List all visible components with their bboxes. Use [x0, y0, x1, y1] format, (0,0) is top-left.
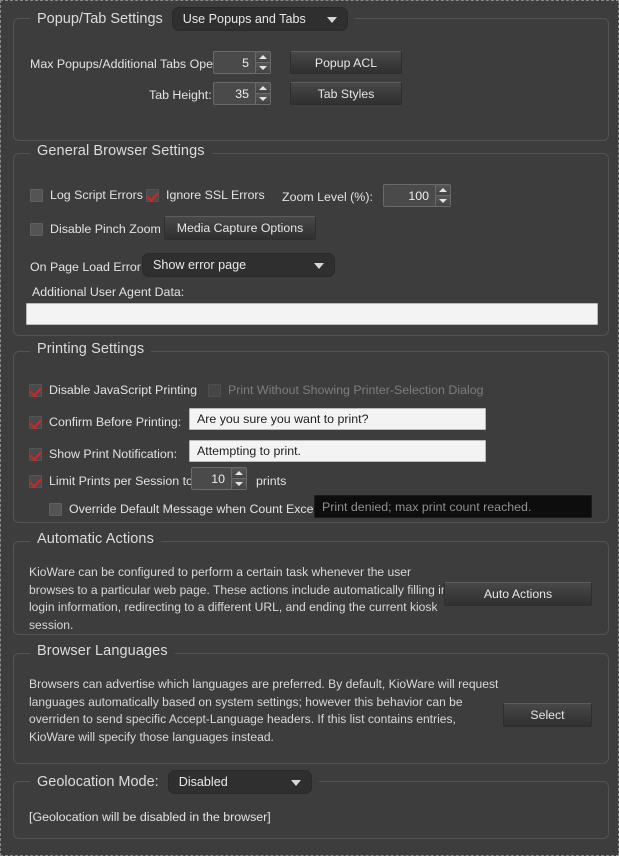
- zoom-level-stepper[interactable]: 100: [383, 184, 451, 207]
- zoom-level-input[interactable]: 100: [383, 184, 435, 207]
- auto-actions-button[interactable]: Auto Actions: [444, 582, 592, 606]
- disable-js-printing-checkbox[interactable]: [29, 383, 42, 397]
- log-script-errors-row[interactable]: Log Script Errors: [30, 188, 143, 202]
- page-load-error-value: Show error page: [153, 258, 247, 272]
- max-popups-stepper[interactable]: 5: [213, 51, 271, 74]
- tab-height-spin-buttons[interactable]: [255, 82, 271, 105]
- triangle-up-icon: [439, 188, 447, 192]
- override-message-input: Print denied; max print count reached.: [314, 495, 592, 518]
- triangle-up-icon: [259, 55, 267, 59]
- confirm-before-printing-row[interactable]: Confirm Before Printing:: [29, 415, 181, 429]
- confirm-before-printing-checkbox[interactable]: [29, 415, 42, 429]
- show-print-notification-input[interactable]: Attempting to print.: [189, 440, 486, 462]
- triangle-down-icon: [259, 66, 267, 70]
- chevron-down-icon: [326, 17, 337, 23]
- tab-styles-button[interactable]: Tab Styles: [290, 82, 402, 105]
- popup-tab-mode-dropdown[interactable]: Use Popups and Tabs: [171, 7, 348, 31]
- tab-height-decrement[interactable]: [256, 93, 270, 104]
- group-geolocation: Geolocation Mode: Disabled [Geolocation …: [13, 769, 609, 839]
- log-script-errors-label: Log Script Errors: [50, 188, 143, 202]
- limit-prints-suffix: prints: [256, 474, 287, 488]
- tab-height-stepper[interactable]: 35: [213, 82, 271, 105]
- triangle-up-icon: [235, 471, 243, 475]
- group-popup-tab-header: Popup/Tab Settings Use Popups and Tabs: [30, 6, 355, 32]
- page-load-error-label: On Page Load Error:: [30, 260, 145, 274]
- select-languages-button[interactable]: Select: [503, 703, 592, 727]
- user-agent-input[interactable]: [26, 303, 598, 325]
- ignore-ssl-errors-checkbox[interactable]: [146, 188, 159, 202]
- disable-js-printing-label: Disable JavaScript Printing: [49, 383, 198, 397]
- browser-languages-description: Browsers can advertise which languages a…: [29, 677, 499, 744]
- media-capture-options-button[interactable]: Media Capture Options: [164, 216, 316, 240]
- ignore-ssl-errors-label: Ignore SSL Errors: [166, 188, 265, 202]
- print-without-dialog-checkbox: [208, 383, 221, 397]
- disable-pinch-zoom-checkbox[interactable]: [30, 222, 43, 236]
- limit-prints-increment[interactable]: [232, 468, 246, 478]
- limit-prints-checkbox[interactable]: [29, 474, 42, 488]
- limit-prints-label: Limit Prints per Session to: [49, 474, 193, 488]
- triangle-down-icon: [439, 199, 447, 203]
- group-popup-tab-title: Popup/Tab Settings: [37, 11, 163, 27]
- geolocation-mode-dropdown[interactable]: Disabled: [167, 770, 312, 794]
- ignore-ssl-errors-row[interactable]: Ignore SSL Errors: [146, 188, 265, 202]
- show-print-notification-row[interactable]: Show Print Notification:: [29, 447, 177, 461]
- group-printing-title: Printing Settings: [30, 341, 152, 357]
- group-browser-languages: Browser Languages Browsers can advertise…: [13, 643, 609, 764]
- zoom-level-increment[interactable]: [436, 185, 450, 195]
- group-automatic-actions: Automatic Actions KioWare can be configu…: [13, 531, 609, 635]
- max-popups-increment[interactable]: [256, 52, 270, 62]
- triangle-down-icon: [259, 97, 267, 101]
- settings-panel: Popup/Tab Settings Use Popups and Tabs M…: [0, 0, 619, 856]
- group-general-title: General Browser Settings: [30, 143, 212, 159]
- confirm-before-printing-label: Confirm Before Printing:: [49, 415, 182, 429]
- chevron-down-icon: [290, 780, 301, 786]
- group-general-browser-settings: General Browser Settings Log Script Erro…: [13, 143, 609, 336]
- triangle-up-icon: [259, 86, 267, 90]
- tab-height-input[interactable]: 35: [213, 82, 255, 105]
- limit-prints-stepper[interactable]: 10: [191, 467, 247, 490]
- disable-pinch-zoom-label: Disable Pinch Zoom: [50, 222, 161, 236]
- show-print-notification-checkbox[interactable]: [29, 447, 42, 461]
- group-browser-languages-title: Browser Languages: [30, 643, 175, 659]
- automatic-actions-description: KioWare can be configured to perform a c…: [29, 565, 448, 632]
- log-script-errors-checkbox[interactable]: [30, 188, 43, 202]
- geolocation-status-text: [Geolocation will be disabled in the bro…: [29, 810, 271, 824]
- tab-height-increment[interactable]: [256, 83, 270, 93]
- max-popups-decrement[interactable]: [256, 62, 270, 73]
- group-geolocation-title: Geolocation Mode:: [37, 774, 159, 790]
- limit-prints-decrement[interactable]: [232, 478, 246, 489]
- popup-acl-button[interactable]: Popup ACL: [290, 51, 402, 74]
- override-message-checkbox[interactable]: [49, 502, 62, 516]
- group-automatic-actions-title: Automatic Actions: [30, 531, 161, 547]
- limit-prints-input[interactable]: 10: [191, 467, 231, 490]
- max-popups-label: Max Popups/Additional Tabs Open:: [30, 57, 224, 71]
- popup-tab-mode-value: Use Popups and Tabs: [182, 12, 306, 26]
- zoom-level-label: Zoom Level (%):: [282, 190, 373, 204]
- max-popups-input[interactable]: 5: [213, 51, 255, 74]
- show-print-notification-label: Show Print Notification:: [49, 447, 178, 461]
- group-geolocation-header: Geolocation Mode: Disabled: [30, 769, 319, 795]
- max-popups-spin-buttons[interactable]: [255, 51, 271, 74]
- override-message-row[interactable]: Override Default Message when Count Exce…: [49, 502, 345, 516]
- zoom-level-decrement[interactable]: [436, 195, 450, 206]
- geolocation-mode-value: Disabled: [178, 775, 228, 789]
- limit-prints-row[interactable]: Limit Prints per Session to: [29, 474, 193, 488]
- page-load-error-dropdown[interactable]: Show error page: [142, 253, 335, 277]
- disable-js-printing-row[interactable]: Disable JavaScript Printing: [29, 383, 197, 397]
- disable-pinch-zoom-row[interactable]: Disable Pinch Zoom: [30, 222, 161, 236]
- confirm-before-printing-input[interactable]: Are you sure you want to print?: [189, 408, 486, 430]
- group-popup-tab-settings: Popup/Tab Settings Use Popups and Tabs M…: [13, 6, 609, 141]
- triangle-down-icon: [235, 482, 243, 486]
- user-agent-label: Additional User Agent Data:: [32, 285, 185, 299]
- chevron-down-icon: [314, 263, 324, 269]
- zoom-level-spin-buttons[interactable]: [435, 184, 451, 207]
- print-without-dialog-row: Print Without Showing Printer-Selection …: [208, 383, 484, 397]
- tab-height-label: Tab Height:: [149, 88, 212, 102]
- group-printing-settings: Printing Settings Disable JavaScript Pri…: [13, 341, 609, 523]
- limit-prints-spin-buttons[interactable]: [231, 467, 247, 490]
- override-message-label: Override Default Message when Count Exce…: [69, 502, 345, 516]
- print-without-dialog-label: Print Without Showing Printer-Selection …: [228, 383, 484, 397]
